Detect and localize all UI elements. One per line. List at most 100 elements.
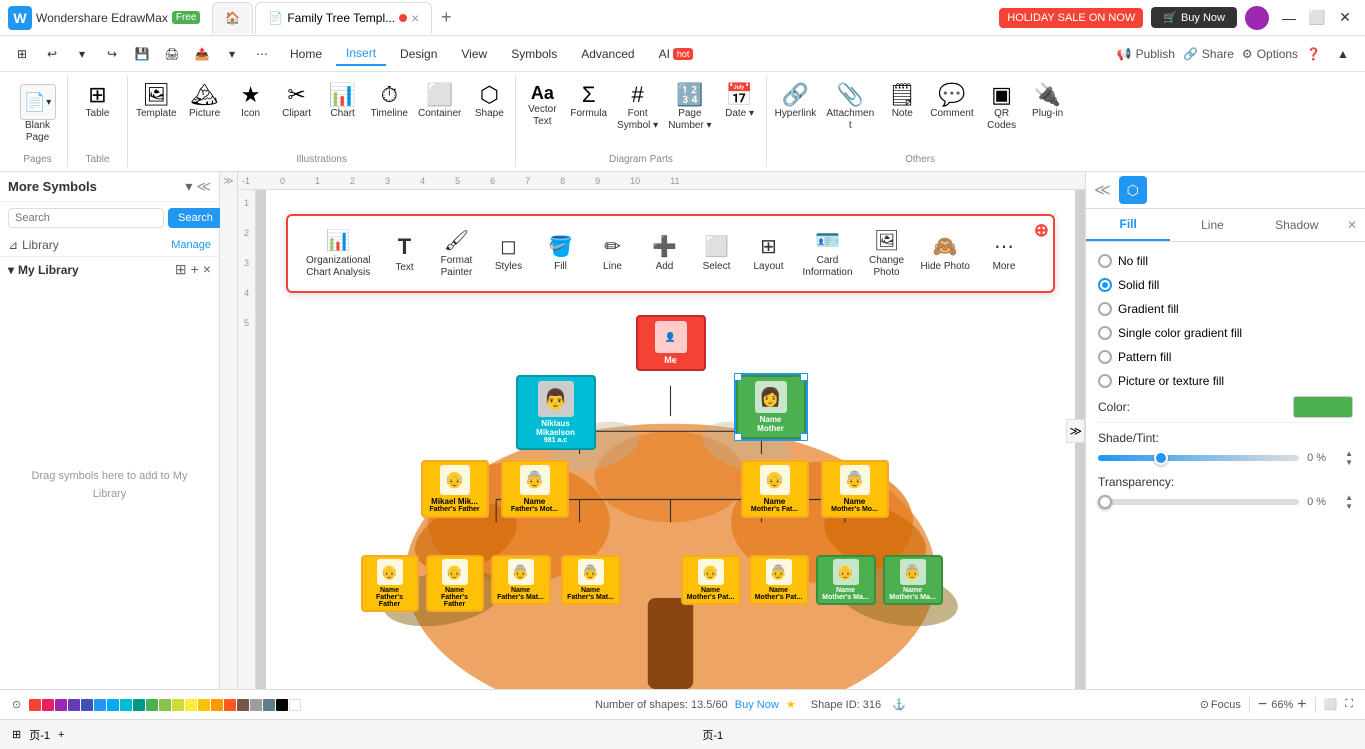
palette-color-blue-grey[interactable]: [263, 699, 275, 711]
palette-color-deep-purple[interactable]: [68, 699, 80, 711]
share-btn[interactable]: 🔗 Share: [1183, 47, 1234, 61]
palette-color-orange[interactable]: [211, 699, 223, 711]
print-btn[interactable]: 🖨: [158, 40, 186, 68]
card-ff[interactable]: 👴 Mikael Mik... Father's Father: [421, 460, 489, 518]
panel-tab-fill[interactable]: Fill: [1086, 209, 1170, 241]
options-btn[interactable]: ⚙ Options: [1242, 47, 1298, 61]
ribbon-item-hyperlink[interactable]: 🔗 Hyperlink: [771, 80, 821, 124]
card-fm[interactable]: 👵 Name Father's Mot...: [501, 460, 569, 518]
ribbon-item-attachment[interactable]: 📎 Attachment: [822, 80, 878, 136]
menu-design[interactable]: Design: [390, 43, 447, 65]
palette-color-lime[interactable]: [172, 699, 184, 711]
pattern-fill-radio[interactable]: [1098, 350, 1112, 364]
card-ggp4[interactable]: 👵 Name Father's Mat...: [561, 555, 621, 605]
card-me[interactable]: 👤 Me: [636, 315, 706, 371]
transparency-slider-thumb[interactable]: [1098, 495, 1112, 509]
ft-card-information[interactable]: 🪪 CardInformation: [796, 224, 858, 283]
page-number-display[interactable]: 页-1: [72, 727, 1353, 743]
more-nav-btn[interactable]: ⋯: [248, 40, 276, 68]
export-btn[interactable]: 📤: [188, 40, 216, 68]
card-ggp8[interactable]: 👵 Name Mother's Ma...: [883, 555, 943, 605]
buy-now-status-link[interactable]: Buy Now: [735, 699, 779, 711]
maximize-btn[interactable]: ⬜: [1305, 6, 1329, 30]
ribbon-item-font-symbol[interactable]: # FontSymbol ▾: [613, 80, 662, 136]
ribbon-item-table[interactable]: ⊞ Table: [76, 80, 120, 124]
ribbon-item-qr-codes[interactable]: ▣ QRCodes: [980, 80, 1024, 136]
card-ggp2[interactable]: 👴 Name Father's Father: [426, 555, 484, 612]
collapse-panel-btn[interactable]: ≪: [1094, 180, 1111, 200]
ft-layout[interactable]: ⊞ Layout: [744, 230, 792, 277]
selection-handle-tr[interactable]: [800, 373, 808, 381]
shade-slider-thumb[interactable]: [1154, 451, 1168, 465]
ft-format-painter[interactable]: 🖌 FormatPainter: [432, 224, 480, 283]
canvas-content[interactable]: 📊 OrganizationalChart Analysis T Text 🖌 …: [256, 190, 1085, 689]
home-nav-btn[interactable]: ⊞: [8, 40, 36, 68]
ft-line[interactable]: ✏ Line: [588, 230, 636, 277]
library-view-btn[interactable]: ⊞: [175, 261, 187, 278]
color-palette-strip[interactable]: [29, 699, 301, 711]
card-mf[interactable]: 👴 Name Mother's Fat...: [741, 460, 809, 518]
ribbon-item-page-number[interactable]: 🔢 PageNumber ▾: [664, 80, 715, 136]
ribbon-item-vector-text[interactable]: Aa VectorText: [520, 80, 564, 132]
ribbon-item-shape[interactable]: ⬡ Shape: [467, 80, 511, 124]
palette-color-green[interactable]: [146, 699, 158, 711]
shade-arrow-down[interactable]: ▼: [1345, 458, 1353, 467]
ribbon-item-timeline[interactable]: ⏱ Timeline: [367, 80, 412, 124]
selection-handle-bl[interactable]: [734, 433, 742, 441]
palette-color-amber[interactable]: [198, 699, 210, 711]
my-library-expand-icon[interactable]: ▾: [8, 263, 14, 277]
card-mother[interactable]: 👩 Name Mother: [736, 375, 806, 439]
menu-insert[interactable]: Insert: [336, 42, 386, 66]
collapse-sidebar-btn[interactable]: ≫: [223, 176, 233, 187]
search-button[interactable]: Search: [168, 208, 223, 228]
publish-btn[interactable]: 📢 Publish: [1117, 47, 1175, 61]
card-ggp7[interactable]: 👴 Name Mother's Ma...: [816, 555, 876, 605]
palette-color-red[interactable]: [29, 699, 41, 711]
menu-view[interactable]: View: [451, 43, 497, 65]
no-fill-radio[interactable]: [1098, 254, 1112, 268]
ft-add[interactable]: ➕ Add: [640, 230, 688, 277]
zoom-in-btn[interactable]: +: [1297, 696, 1306, 714]
tab-family-tree[interactable]: 📄 Family Tree Templ... ×: [255, 2, 432, 34]
palette-color-brown[interactable]: [237, 699, 249, 711]
transparency-arrow-up[interactable]: ▲: [1345, 493, 1353, 502]
ft-more[interactable]: ⋯ More: [980, 230, 1028, 277]
ft-text[interactable]: T Text: [380, 230, 428, 278]
fill-option-picture[interactable]: Picture or texture fill: [1098, 374, 1353, 388]
ft-select[interactable]: ⬜ Select: [692, 230, 740, 277]
ribbon-item-formula[interactable]: Σ Formula: [566, 80, 611, 124]
page-fit-icon[interactable]: ⬜: [1324, 698, 1338, 711]
fill-option-pattern[interactable]: Pattern fill: [1098, 350, 1353, 364]
palette-color-white[interactable]: [289, 699, 301, 711]
card-ggp6[interactable]: 👵 Name Mother's Pat...: [749, 555, 809, 605]
help-btn[interactable]: ❓: [1306, 47, 1321, 61]
palette-color-indigo[interactable]: [81, 699, 93, 711]
palette-color-black[interactable]: [276, 699, 288, 711]
card-mm[interactable]: 👵 Name Mother's Mo...: [821, 460, 889, 518]
add-page-btn[interactable]: +: [58, 729, 64, 741]
panel-tab-shadow[interactable]: Shadow: [1255, 210, 1339, 240]
undo-btn[interactable]: ↩: [38, 40, 66, 68]
fullscreen-icon[interactable]: ⛶: [1345, 698, 1353, 711]
library-add-btn[interactable]: +: [191, 261, 199, 278]
palette-color-blue[interactable]: [94, 699, 106, 711]
fill-option-single-gradient[interactable]: Single color gradient fill: [1098, 326, 1353, 340]
zoom-level[interactable]: 66%: [1271, 699, 1293, 711]
ribbon-item-date[interactable]: 📅 Date ▾: [718, 80, 762, 124]
ribbon-item-chart[interactable]: 📊 Chart: [321, 80, 365, 124]
palette-color-teal[interactable]: [133, 699, 145, 711]
palette-color-yellow[interactable]: [185, 699, 197, 711]
sidebar-expand-icon[interactable]: ▾: [185, 178, 192, 195]
ribbon-item-picture[interactable]: 🏔 Picture: [183, 80, 227, 124]
menu-home[interactable]: Home: [280, 43, 332, 65]
picture-fill-radio[interactable]: [1098, 374, 1112, 388]
close-btn[interactable]: ✕: [1333, 6, 1357, 30]
shade-slider-track[interactable]: [1098, 455, 1299, 461]
save-btn[interactable]: 💾: [128, 40, 156, 68]
ribbon-item-clipart[interactable]: ✂ Clipart: [275, 80, 319, 124]
floating-toolbar-close-btn[interactable]: ⊕: [1034, 220, 1049, 241]
redo-btn[interactable]: ↪: [98, 40, 126, 68]
panel-tab-line[interactable]: Line: [1170, 210, 1254, 240]
fill-option-solid[interactable]: Solid fill: [1098, 278, 1353, 292]
selection-handle-tl[interactable]: [734, 373, 742, 381]
